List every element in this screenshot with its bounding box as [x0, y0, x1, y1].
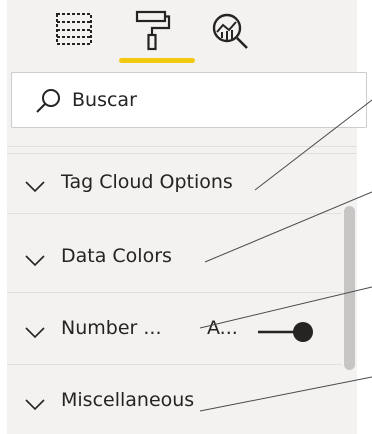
search-input[interactable]	[72, 85, 332, 115]
section-number[interactable]: Number ... A...	[7, 304, 347, 358]
format-tab[interactable]	[129, 8, 175, 52]
active-tab-indicator	[119, 58, 195, 63]
chevron-down-icon	[25, 327, 45, 339]
section-divider	[7, 153, 357, 154]
chevron-down-icon	[25, 255, 45, 267]
section-tag-cloud-options[interactable]: Tag Cloud Options	[7, 158, 347, 212]
search-box[interactable]	[11, 72, 367, 128]
section-divider	[7, 292, 342, 293]
toggle-switch[interactable]	[256, 320, 318, 344]
section-label: Data Colors	[61, 245, 172, 267]
visualization-toolbar	[7, 0, 357, 66]
fields-tab[interactable]	[51, 8, 97, 52]
chevron-down-icon	[25, 181, 45, 193]
section-divider	[7, 364, 342, 365]
section-data-colors[interactable]: Data Colors	[7, 232, 347, 286]
section-label: Tag Cloud Options	[61, 171, 233, 193]
section-divider	[7, 213, 342, 214]
analytics-magnifier-icon	[212, 13, 248, 49]
section-label: Miscellaneous	[61, 389, 195, 411]
section-toggle-label: A...	[207, 317, 238, 339]
analytics-tab[interactable]	[207, 8, 253, 52]
section-miscellaneous[interactable]: Miscellaneous	[7, 376, 347, 430]
fields-grid-icon	[56, 13, 92, 45]
search-divider	[7, 146, 357, 147]
chevron-down-icon	[25, 399, 45, 411]
paint-roller-icon	[135, 10, 171, 51]
section-label: Number ...	[61, 317, 162, 339]
scrollbar[interactable]	[344, 206, 355, 370]
format-pane	[7, 0, 357, 434]
search-icon	[36, 89, 60, 113]
